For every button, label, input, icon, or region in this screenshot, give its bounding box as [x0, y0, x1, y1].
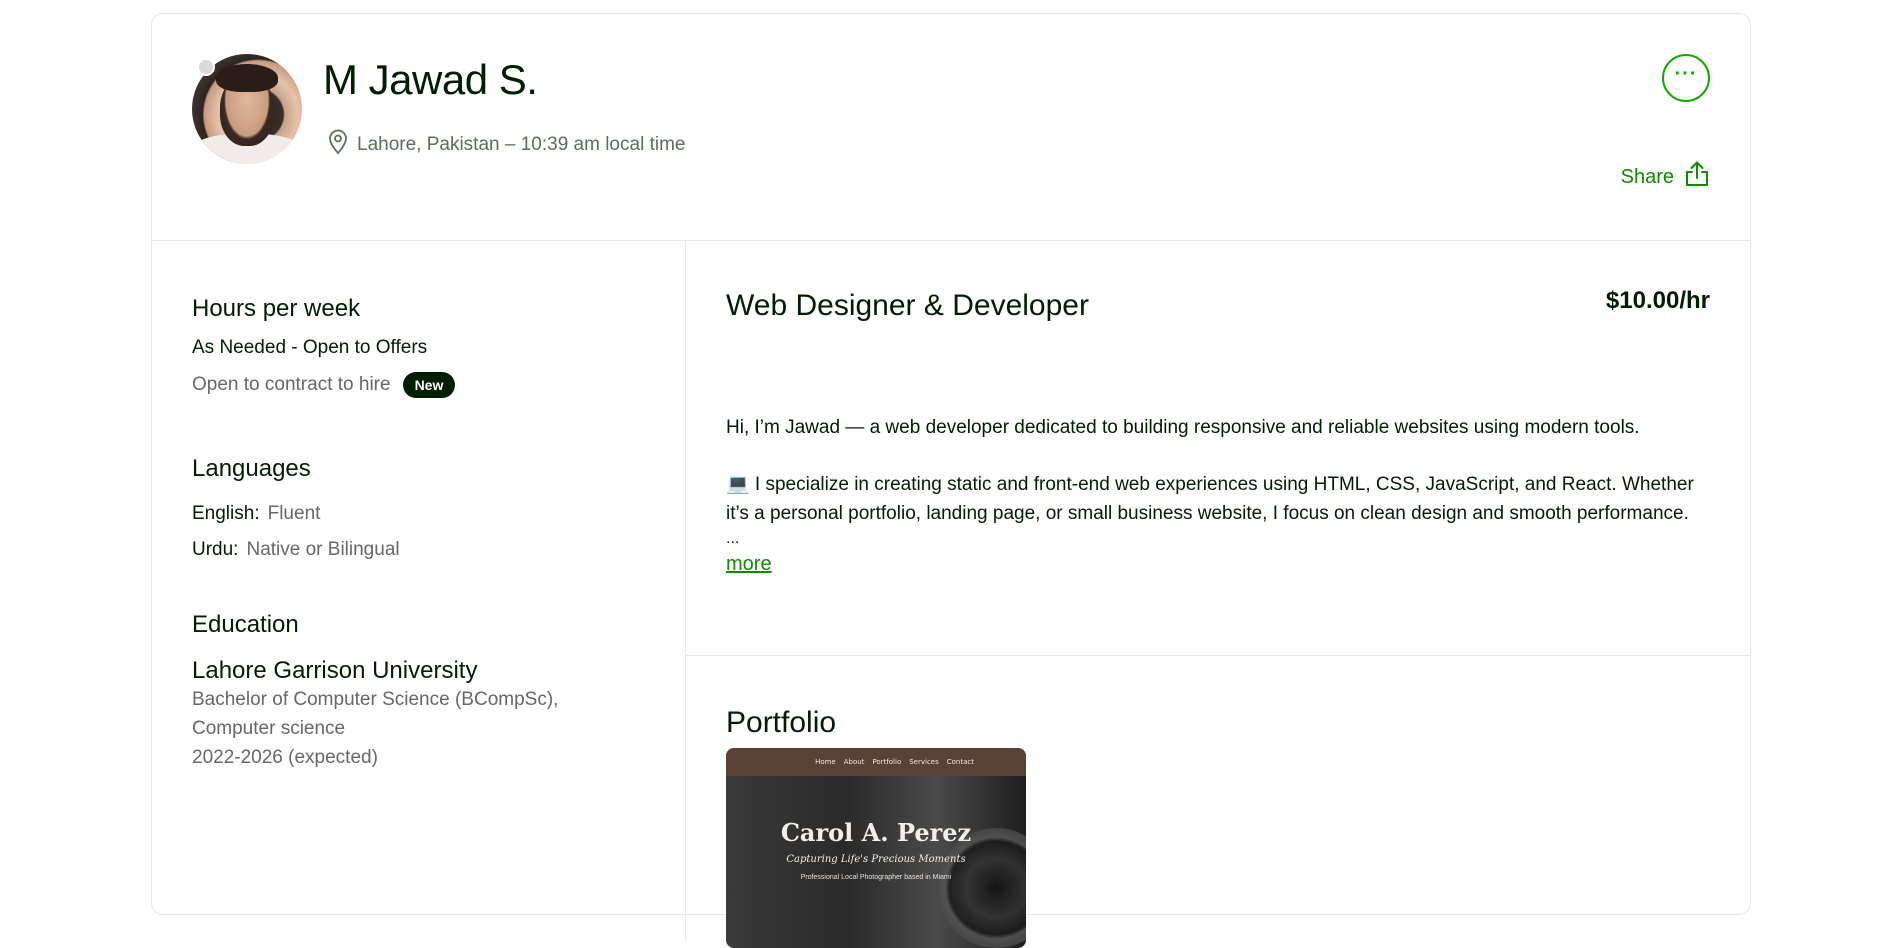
thumbnail-nav-item: Services — [909, 758, 939, 766]
education-field: Computer science — [192, 718, 346, 739]
online-status-dot — [197, 58, 215, 76]
language-row: Urdu: Native or Bilingual — [192, 539, 400, 561]
education-section: Education Lahore Garrison University Bac… — [192, 611, 558, 772]
thumbnail-nav-item: Home — [815, 758, 836, 766]
thumbnail-subtitle: Capturing Life's Precious Moments — [786, 854, 966, 865]
thumbnail-nav-item: About — [843, 758, 865, 766]
profile-name: M Jawad S. — [323, 56, 538, 103]
profile-bio: Hi, I’m Jawad — a web developer dedicate… — [726, 413, 1716, 579]
more-options-button[interactable]: ··· — [1662, 54, 1710, 102]
language-row: English: Fluent — [192, 503, 400, 525]
bio-ellipsis: ... — [726, 530, 740, 547]
languages-heading: Languages — [192, 455, 311, 482]
education-years: 2022-2026 (expected) — [192, 747, 378, 768]
education-heading: Education — [192, 611, 299, 638]
location-text: Lahore, Pakistan – 10:39 am local time — [357, 134, 686, 155]
thumbnail-nav: Home About Portfolio Services Contact — [726, 748, 1026, 776]
thumbnail-nav-item: Contact — [946, 758, 974, 766]
bio-paragraph: Hi, I’m Jawad — a web developer dedicate… — [726, 417, 1640, 438]
languages-section: Languages English: Fluent Urdu: Native or … — [192, 455, 400, 575]
portfolio-item-thumbnail[interactable]: Home About Portfolio Services Contact Ca… — [726, 748, 1026, 948]
thumbnail-title: Carol A. Perez — [780, 818, 972, 847]
section-divider — [686, 655, 1750, 656]
contract-text: Open to contract to hire — [192, 374, 391, 396]
education-degree: Bachelor of Computer Science (BCompSc), — [192, 689, 559, 710]
bio-paragraph: 💻 I specialize in creating static and fr… — [726, 474, 1694, 524]
availability-section: Hours per week As Needed - Open to Offer… — [192, 295, 456, 398]
ellipsis-icon: ··· — [1674, 63, 1698, 85]
thumbnail-tagline: Professional Local Photographer based in… — [800, 874, 952, 881]
profile-header: M Jawad S. Lahore, Pakistan – 10:39 am l… — [152, 14, 1750, 241]
language-level: Fluent — [267, 503, 321, 524]
share-label: Share — [1620, 165, 1674, 188]
location-row: Lahore, Pakistan – 10:39 am local time — [327, 129, 685, 161]
share-button[interactable]: Share — [1621, 160, 1710, 194]
profile-card: M Jawad S. Lahore, Pakistan – 10:39 am l… — [151, 13, 1751, 948]
map-pin-icon — [327, 129, 349, 161]
share-icon — [1684, 160, 1710, 194]
contract-row: Open to contract to hire New — [192, 372, 456, 398]
portfolio-heading: Portfolio — [726, 706, 837, 739]
language-name: Urdu: — [192, 539, 239, 560]
more-link[interactable]: more — [726, 553, 772, 575]
avatar-hair — [216, 64, 278, 92]
hours-heading: Hours per week — [192, 295, 361, 322]
sidebar-details: Hours per week As Needed - Open to Offer… — [152, 241, 686, 941]
education-school: Lahore Garrison University — [192, 657, 478, 684]
title-row: Web Designer & Developer $10.00/hr — [726, 287, 1710, 323]
language-level: Native or Bilingual — [246, 539, 400, 560]
hourly-rate: $10.00/hr — [1605, 287, 1710, 314]
new-badge: New — [402, 372, 456, 398]
thumbnail-nav-item: Portfolio — [872, 758, 902, 766]
language-name: English: — [192, 503, 260, 524]
job-title: Web Designer & Developer — [726, 289, 1089, 322]
hours-value: As Needed - Open to Offers — [192, 337, 428, 358]
